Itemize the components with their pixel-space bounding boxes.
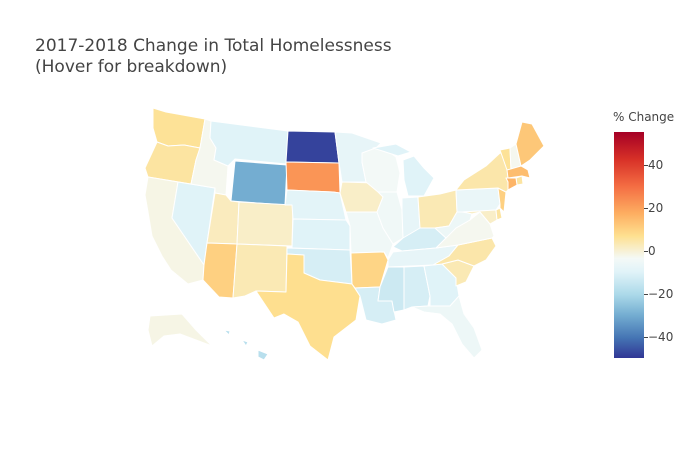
state-co[interactable] (236, 201, 294, 247)
state-pa[interactable] (455, 187, 501, 213)
state-ak[interactable] (147, 313, 213, 347)
state-az[interactable] (202, 242, 238, 299)
state-hi[interactable] (223, 329, 269, 361)
state-ne[interactable] (284, 189, 347, 221)
state-mt[interactable] (209, 120, 289, 167)
colorbar-tick: −40 (648, 330, 674, 344)
colorbar-tick: 0 (648, 244, 656, 258)
state-sd[interactable] (285, 161, 341, 194)
state-me[interactable] (515, 121, 545, 167)
colorbar (614, 132, 644, 358)
colorbar-tick: 20 (648, 201, 664, 215)
state-wy[interactable] (230, 160, 288, 206)
state-ny[interactable] (455, 152, 511, 193)
state-nd[interactable] (285, 130, 340, 164)
colorbar-tick: −20 (648, 287, 674, 301)
colorbar-title: % Change (613, 110, 675, 124)
state-wa[interactable] (152, 107, 206, 149)
state-ks[interactable] (291, 218, 351, 251)
us-choropleth-map (144, 107, 545, 361)
state-nm[interactable] (232, 243, 288, 299)
colorbar-tick: 40 (648, 158, 664, 172)
state-ct[interactable] (505, 177, 518, 191)
